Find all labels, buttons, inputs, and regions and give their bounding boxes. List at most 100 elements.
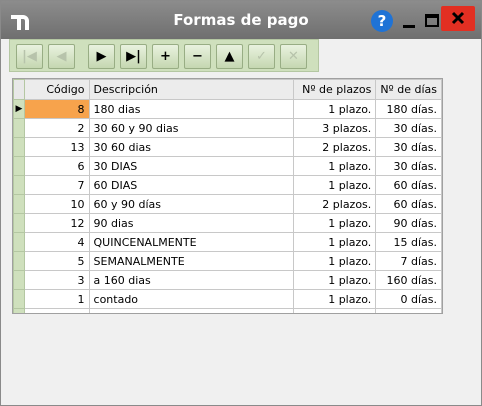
row-indicator[interactable] xyxy=(13,175,25,195)
cell-codigo[interactable]: 12 xyxy=(23,213,90,233)
cell-dias[interactable]: 30 días. xyxy=(375,137,442,157)
payment-methods-grid[interactable]: Código Descripción Nº de plazos Nº de dí… xyxy=(12,78,443,314)
cell-descripcion[interactable]: QUINCENALMENTE xyxy=(88,232,295,252)
cell-descripcion[interactable]: 90 dias xyxy=(88,213,295,233)
cell-plazos[interactable]: 1 plazo. xyxy=(293,156,377,176)
row-indicator[interactable] xyxy=(13,289,25,309)
row-indicator[interactable] xyxy=(13,232,25,252)
cell-dias[interactable]: 30 días. xyxy=(375,118,442,138)
edit-record-button[interactable]: ▲ xyxy=(216,44,243,69)
close-icon[interactable] xyxy=(441,6,475,31)
cell-descripcion[interactable]: 30 60 dias xyxy=(88,137,295,157)
cell-dias[interactable]: 0 días. xyxy=(375,289,442,309)
cell-codigo[interactable]: 5 xyxy=(23,251,90,271)
row-indicator[interactable] xyxy=(13,270,25,290)
table-row[interactable]: 11contado a 1 dia1 plazo.1 día. xyxy=(13,308,442,313)
column-header-dias[interactable]: Nº de días xyxy=(375,79,442,100)
cell-codigo[interactable]: 4 xyxy=(23,232,90,252)
next-record-button[interactable]: ▶ xyxy=(88,44,115,69)
title-bar[interactable]: Formas de pago ? xyxy=(1,1,481,39)
table-row[interactable]: 6 30 DIAS 1 plazo. 30 días. xyxy=(13,156,442,176)
row-indicator[interactable] xyxy=(13,251,25,271)
payment-methods-table: Código Descripción Nº de plazos Nº de dí… xyxy=(13,79,442,313)
cell-descripcion[interactable]: 60 y 90 días xyxy=(88,194,295,214)
table-row[interactable]: 3a 160 dias 1 plazo. 160 días. xyxy=(13,270,442,290)
row-indicator[interactable] xyxy=(13,156,25,176)
minimize-icon[interactable] xyxy=(398,11,420,31)
cell-codigo[interactable]: 10 xyxy=(23,194,90,214)
prev-record-icon: ◀ xyxy=(56,49,67,64)
table-row[interactable]: 1 contado 1 plazo. 0 días. xyxy=(13,289,442,309)
cancel-button[interactable]: ✕ xyxy=(280,44,307,69)
column-header-codigo[interactable]: Código xyxy=(23,79,90,100)
cell-plazos[interactable]: 1 plazo. xyxy=(293,232,377,252)
cell-codigo[interactable]: 1 xyxy=(23,289,90,309)
cell-descripcion[interactable]: contado xyxy=(88,289,295,309)
cell-dias[interactable]: 180 días. xyxy=(375,99,442,119)
cell-descripcion[interactable]: a 160 dias xyxy=(88,270,295,290)
cell-plazos[interactable]: 3 plazos. xyxy=(293,118,377,138)
row-indicator[interactable] xyxy=(13,118,25,138)
first-record-button[interactable]: |◀ xyxy=(16,44,43,69)
cell-plazos[interactable]: 1 plazo. xyxy=(293,175,377,195)
cell-codigo[interactable]: 2 xyxy=(23,118,90,138)
cell-plazos[interactable]: 1 plazo. xyxy=(293,99,377,119)
table-row[interactable]: 4 QUINCENALMENTE 1 plazo. 15 días. xyxy=(13,232,442,252)
add-record-icon: + xyxy=(160,49,171,64)
row-indicator[interactable] xyxy=(13,308,25,313)
cell-plazos[interactable]: 1 plazo. xyxy=(293,270,377,290)
help-icon[interactable]: ? xyxy=(371,10,393,32)
table-row[interactable]: 7 60 DIAS 1 plazo. 60 días. xyxy=(13,175,442,195)
cell-descripcion[interactable]: SEMANALMENTE xyxy=(88,251,295,271)
cell-descripcion[interactable]: 30 60 y 90 dias xyxy=(88,118,295,138)
cell-plazos[interactable]: 1 plazo. xyxy=(293,289,377,309)
delete-record-button[interactable]: − xyxy=(184,44,211,69)
cell-dias[interactable]: 7 días. xyxy=(375,251,442,271)
cell-plazos[interactable]: 1 plazo. xyxy=(293,308,377,313)
cell-dias[interactable]: 90 días. xyxy=(375,213,442,233)
cell-descripcion[interactable]: 180 dias xyxy=(88,99,295,119)
row-indicator[interactable] xyxy=(13,194,25,214)
navigation-toolbar: |◀ ◀ ▶ ▶| + − ▲ ✓ ✕ xyxy=(9,39,319,72)
cancel-icon: ✕ xyxy=(288,49,299,64)
cell-dias[interactable]: 60 días. xyxy=(375,194,442,214)
column-header-plazos[interactable]: Nº de plazos xyxy=(293,79,377,100)
cell-dias[interactable]: 160 días. xyxy=(375,270,442,290)
prev-record-button[interactable]: ◀ xyxy=(48,44,75,69)
table-row[interactable]: 2 30 60 y 90 dias 3 plazos. 30 días. xyxy=(13,118,442,138)
cell-plazos[interactable]: 1 plazo. xyxy=(293,213,377,233)
row-indicator[interactable] xyxy=(13,213,25,233)
table-row[interactable]: 13 30 60 dias 2 plazos. 30 días. xyxy=(13,137,442,157)
cell-codigo[interactable]: 11 xyxy=(23,308,90,313)
cell-dias[interactable]: 1 día. xyxy=(375,308,442,313)
current-row-arrow-icon: ▶ xyxy=(15,104,23,114)
table-row[interactable]: 10 60 y 90 días 2 plazos. 60 días. xyxy=(13,194,442,214)
cell-codigo[interactable]: 8 xyxy=(23,99,90,119)
cell-descripcion[interactable]: 60 DIAS xyxy=(88,175,295,195)
cell-codigo[interactable]: 6 xyxy=(23,156,90,176)
row-indicator[interactable]: ▶ xyxy=(13,99,25,119)
first-record-icon: |◀ xyxy=(22,49,37,64)
table-row[interactable]: 5 SEMANALMENTE 1 plazo. 7 días. xyxy=(13,251,442,271)
cell-descripcion[interactable]: contado a 1 dia xyxy=(88,308,295,313)
cell-plazos[interactable]: 1 plazo. xyxy=(293,251,377,271)
table-row[interactable]: 12 90 dias 1 plazo. 90 días. xyxy=(13,213,442,233)
maximize-icon[interactable] xyxy=(421,11,443,31)
cell-plazos[interactable]: 2 plazos. xyxy=(293,137,377,157)
row-indicator[interactable] xyxy=(13,137,25,157)
cell-descripcion[interactable]: 30 DIAS xyxy=(88,156,295,176)
cell-dias[interactable]: 15 días. xyxy=(375,232,442,252)
cell-codigo[interactable]: 13 xyxy=(23,137,90,157)
column-header-descripcion[interactable]: Descripción xyxy=(88,79,295,100)
delete-record-icon: − xyxy=(192,49,203,64)
cell-dias[interactable]: 60 días. xyxy=(375,175,442,195)
cell-plazos[interactable]: 2 plazos. xyxy=(293,194,377,214)
window: Formas de pago ? |◀ ◀ ▶ ▶| + − ▲ ✓ ✕ Cód… xyxy=(0,0,482,406)
add-record-button[interactable]: + xyxy=(152,44,179,69)
confirm-button[interactable]: ✓ xyxy=(248,44,275,69)
cell-codigo[interactable]: 7 xyxy=(23,175,90,195)
cell-dias[interactable]: 30 días. xyxy=(375,156,442,176)
table-row[interactable]: ▶ 8 180 dias 1 plazo. 180 días. xyxy=(13,99,442,119)
cell-codigo[interactable]: 3 xyxy=(23,270,90,290)
last-record-button[interactable]: ▶| xyxy=(120,44,147,69)
